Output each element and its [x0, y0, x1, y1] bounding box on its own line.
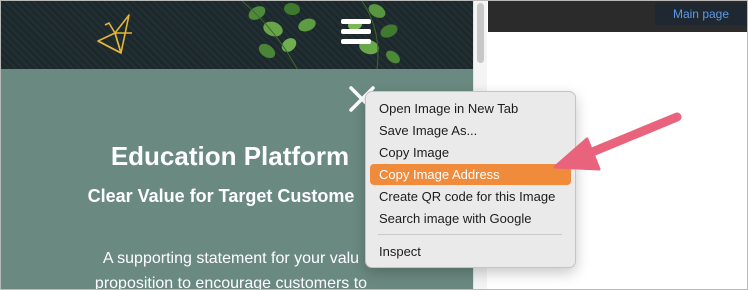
hamburger-bar [341, 29, 371, 34]
hero-body-line-2: proposition to encourage customers to [94, 275, 368, 290]
main-page-link[interactable]: Main page [655, 3, 747, 25]
menu-separator [378, 234, 562, 235]
hamburger-bar [341, 19, 371, 24]
menu-item-inspect[interactable]: Inspect [370, 241, 571, 262]
annotation-arrow-icon [553, 112, 682, 171]
screenshot-frame: Education Platform Clear Value for Targe… [0, 0, 748, 290]
menu-item-create-qr-code[interactable]: Create QR code for this Image [370, 186, 571, 207]
hamburger-bar [341, 39, 371, 44]
hamburger-menu-icon[interactable] [341, 16, 373, 46]
origami-bird-icon[interactable] [95, 13, 135, 55]
menu-item-search-image-google[interactable]: Search image with Google [370, 208, 571, 229]
site-header [1, 1, 473, 69]
leaves-decoration [241, 1, 400, 69]
scrollbar-thumb[interactable] [477, 3, 484, 63]
